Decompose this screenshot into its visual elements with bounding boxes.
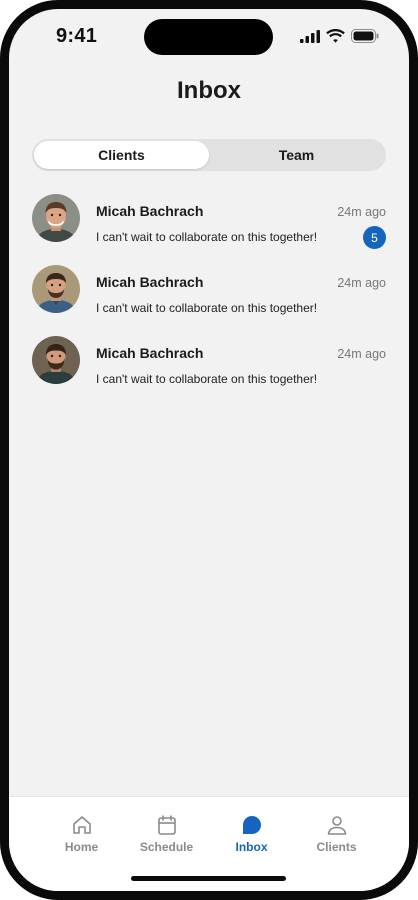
segment-team[interactable]: Team bbox=[209, 141, 384, 169]
sender-name: Micah Bachrach bbox=[96, 345, 204, 361]
message-time: 24m ago bbox=[337, 205, 386, 219]
dynamic-island bbox=[144, 19, 273, 55]
tab-label: Inbox bbox=[235, 840, 268, 854]
avatar bbox=[32, 194, 80, 242]
tab-clients[interactable]: Clients bbox=[294, 813, 379, 854]
phone-screen: 9:41 Inbox Clients Team Micah Bachrach 2… bbox=[0, 0, 418, 900]
segment-clients[interactable]: Clients bbox=[34, 141, 209, 169]
chat-bubble-icon bbox=[241, 813, 263, 837]
avatar bbox=[32, 265, 80, 313]
sender-name: Micah Bachrach bbox=[96, 203, 204, 219]
home-indicator bbox=[131, 876, 286, 881]
avatar bbox=[32, 336, 80, 384]
tab-inbox[interactable]: Inbox bbox=[209, 813, 294, 854]
message-preview: I can't wait to collaborate on this toge… bbox=[96, 301, 318, 315]
home-icon bbox=[71, 813, 93, 837]
battery-icon bbox=[351, 29, 379, 48]
message-row[interactable]: Micah Bachrach 24m ago I can't wait to c… bbox=[9, 192, 409, 263]
tab-schedule[interactable]: Schedule bbox=[124, 813, 209, 854]
sender-name: Micah Bachrach bbox=[96, 274, 204, 290]
message-time: 24m ago bbox=[337, 347, 386, 361]
tab-home[interactable]: Home bbox=[39, 813, 124, 854]
unread-count-badge: 5 bbox=[363, 226, 386, 249]
calendar-icon bbox=[156, 813, 178, 837]
status-bar: 9:41 bbox=[9, 9, 409, 67]
message-preview: I can't wait to collaborate on this toge… bbox=[96, 372, 318, 386]
message-time: 24m ago bbox=[337, 276, 386, 290]
message-list: Micah Bachrach 24m ago I can't wait to c… bbox=[9, 192, 409, 405]
page-title: Inbox bbox=[177, 77, 241, 104]
status-icons bbox=[300, 29, 379, 48]
message-row[interactable]: Micah Bachrach 24m ago I can't wait to c… bbox=[9, 263, 409, 334]
tab-label: Clients bbox=[316, 840, 357, 854]
message-row[interactable]: Micah Bachrach 24m ago I can't wait to c… bbox=[9, 334, 409, 405]
wifi-icon bbox=[326, 29, 345, 48]
person-icon bbox=[326, 813, 348, 837]
status-time: 9:41 bbox=[56, 25, 98, 47]
signal-icon bbox=[300, 29, 320, 48]
tab-bar: Home Schedule Inbox Clients bbox=[9, 796, 409, 891]
tab-label: Schedule bbox=[139, 840, 194, 854]
tab-label: Home bbox=[64, 840, 99, 854]
message-preview: I can't wait to collaborate on this toge… bbox=[96, 230, 318, 244]
segmented-control: Clients Team bbox=[32, 139, 386, 171]
